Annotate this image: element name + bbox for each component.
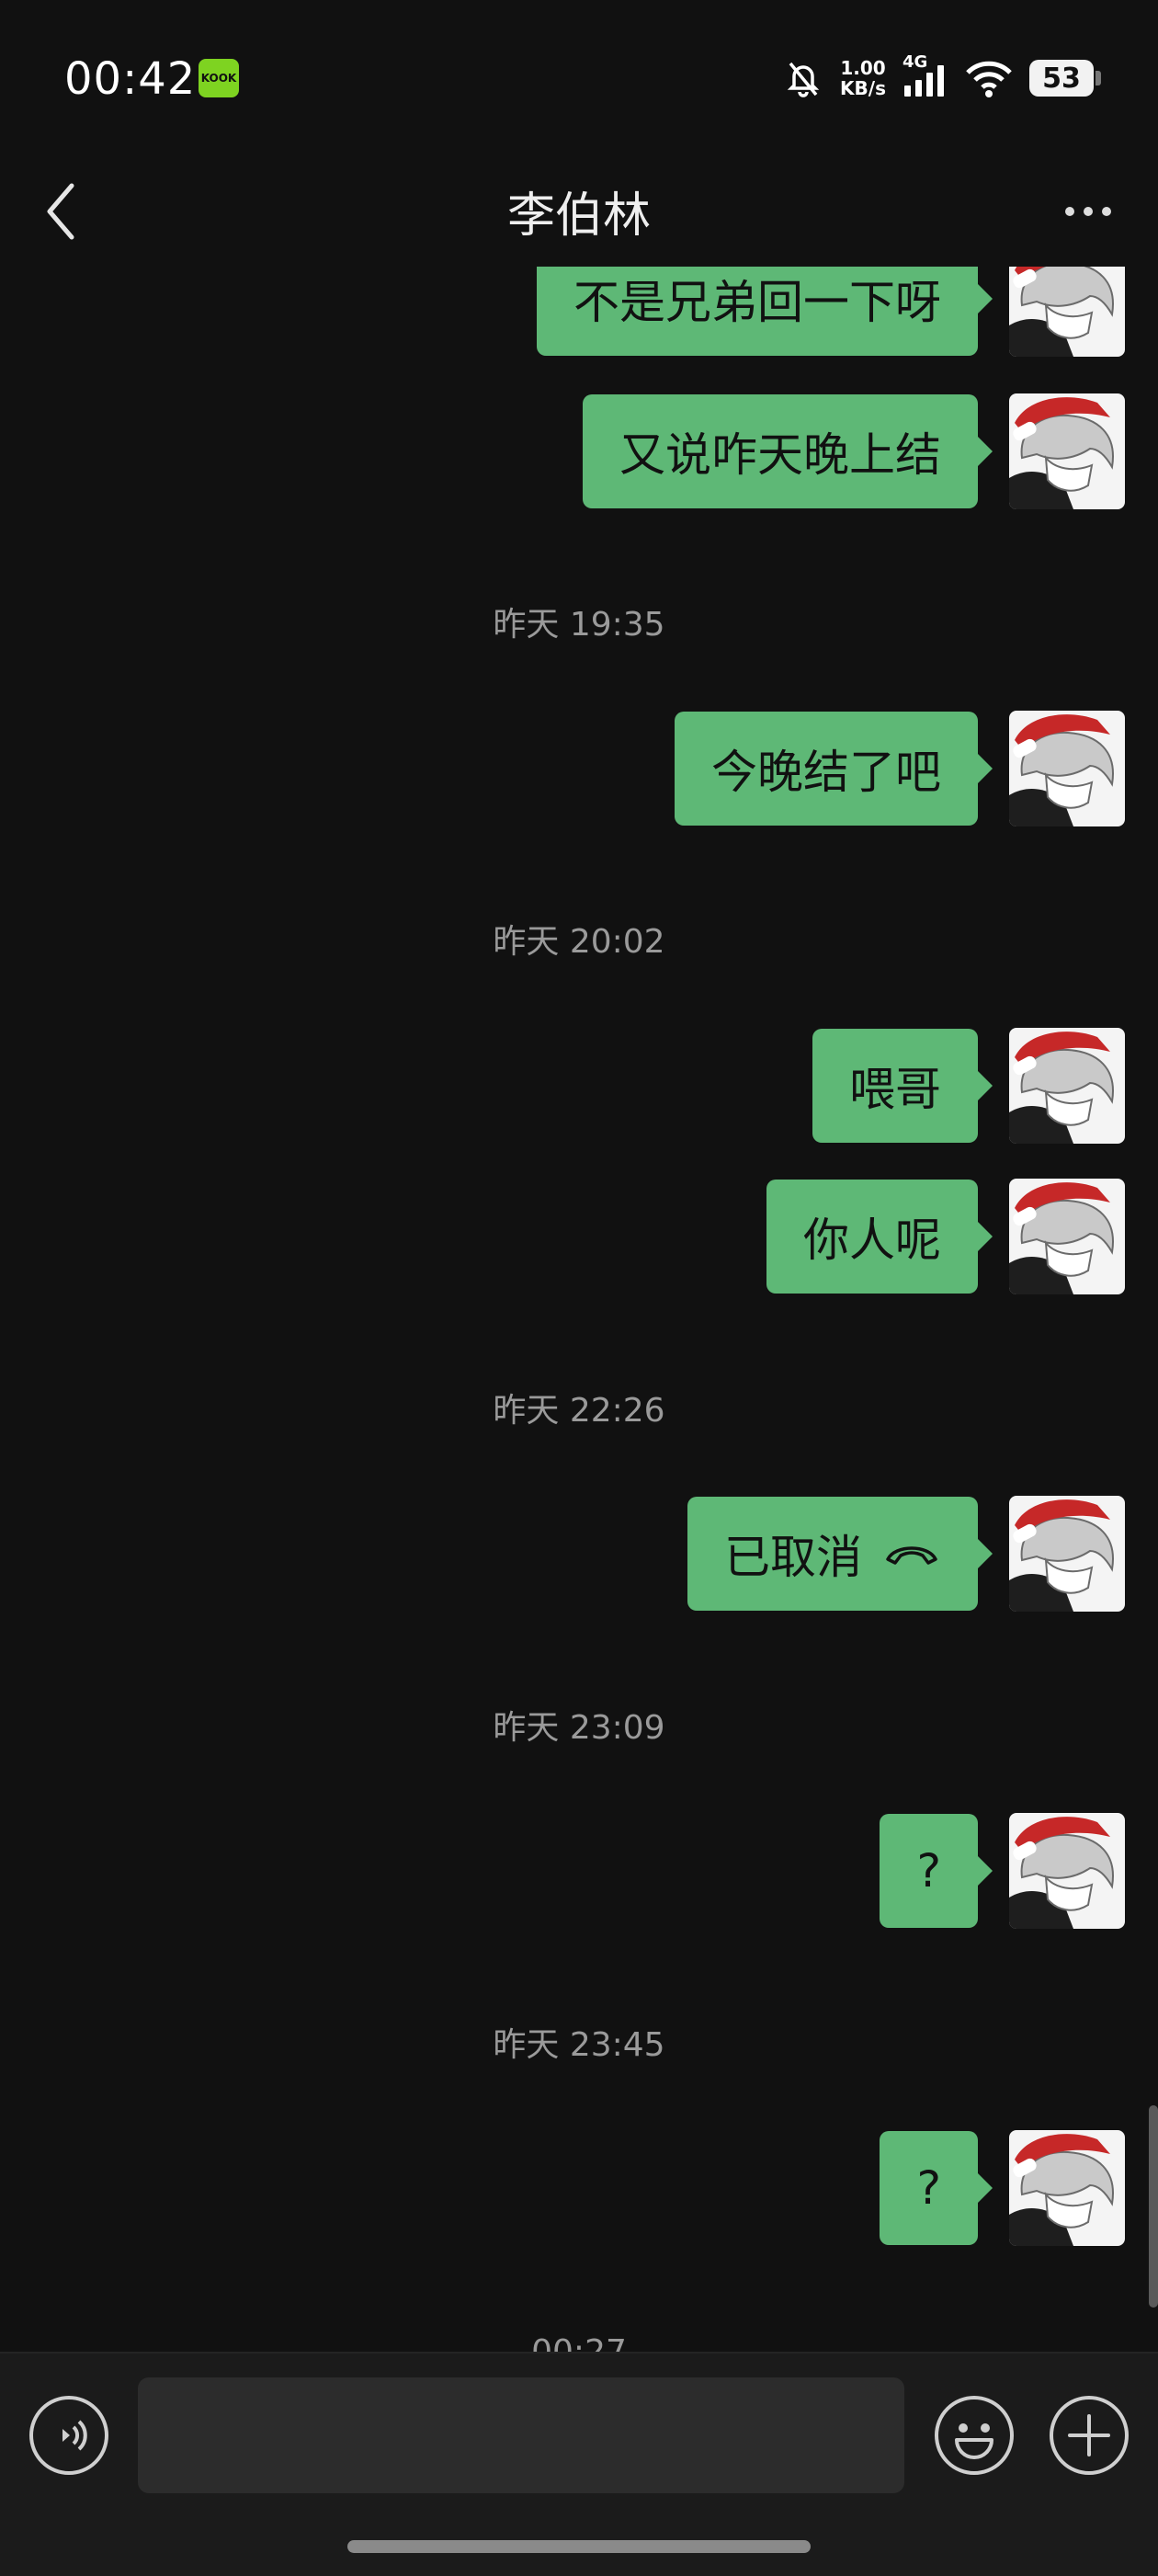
wifi-icon bbox=[966, 61, 1012, 97]
net-speed: 1.00 KB/s bbox=[840, 58, 886, 98]
timestamp: 昨天 23:09 bbox=[493, 1709, 665, 1747]
dot-icon bbox=[1102, 207, 1111, 216]
avatar[interactable] bbox=[1009, 2130, 1125, 2246]
avatar-image bbox=[1009, 1496, 1125, 1612]
signal-bars-icon bbox=[904, 65, 944, 97]
voice-icon bbox=[62, 2420, 87, 2451]
message-row: 喂哥 bbox=[812, 1028, 1125, 1144]
dot-icon bbox=[1084, 207, 1093, 216]
message-row: 又说咋天晚上结 bbox=[583, 393, 1125, 509]
message-bubble[interactable]: 你人呢 bbox=[766, 1180, 993, 1294]
message-bubble[interactable]: 喂哥 bbox=[812, 1029, 993, 1143]
battery-indicator: 53 bbox=[1029, 60, 1101, 97]
emoji-button[interactable] bbox=[935, 2396, 1014, 2475]
timestamp: 昨天 22:26 bbox=[493, 1392, 665, 1430]
avatar[interactable] bbox=[1009, 393, 1125, 509]
message-bubble[interactable]: ? bbox=[880, 1814, 993, 1928]
message-bubble[interactable]: 又说咋天晚上结 bbox=[583, 394, 993, 508]
mute-bell-icon bbox=[787, 62, 820, 97]
contact-name: 李伯林 bbox=[506, 188, 651, 244]
home-indicator[interactable] bbox=[347, 2540, 811, 2553]
status-bar: 00:42 KOOK 1.00 KB/s 4G 53 bbox=[0, 0, 1158, 156]
plus-button[interactable] bbox=[1050, 2396, 1129, 2475]
message-text: 今晚结了吧 bbox=[711, 746, 941, 799]
message-row: 你人呢 bbox=[766, 1179, 1125, 1294]
net-speed-unit: KB/s bbox=[840, 77, 886, 99]
avatar[interactable] bbox=[1009, 711, 1125, 826]
avatar[interactable] bbox=[1009, 1028, 1125, 1144]
status-icons: 1.00 KB/s 4G 53 bbox=[783, 52, 1101, 103]
avatar-image bbox=[1009, 267, 1125, 357]
avatar[interactable] bbox=[1009, 1179, 1125, 1294]
avatar-image bbox=[1009, 2130, 1125, 2246]
message-bubble[interactable]: 不是兄弟回一下呀 bbox=[537, 267, 993, 356]
message-text: ? bbox=[916, 1844, 941, 1898]
avatar-image bbox=[1009, 1813, 1125, 1929]
plus-icon bbox=[1068, 2414, 1110, 2456]
message-row: 今晚结了吧 bbox=[675, 711, 1125, 826]
message-input[interactable] bbox=[138, 2377, 904, 2493]
kook-app-icon: KOOK bbox=[199, 59, 239, 97]
avatar[interactable] bbox=[1009, 267, 1125, 357]
dot-icon bbox=[1065, 207, 1074, 216]
call-bubble[interactable]: 已取消 bbox=[687, 1497, 993, 1611]
message-bubble[interactable]: 今晚结了吧 bbox=[675, 712, 993, 826]
voice-button[interactable] bbox=[29, 2396, 108, 2475]
timestamp: 昨天 23:45 bbox=[493, 2026, 665, 2064]
message-text: 你人呢 bbox=[803, 1214, 941, 1267]
avatar-image bbox=[1009, 393, 1125, 509]
avatar[interactable] bbox=[1009, 1813, 1125, 1929]
timestamp: 00:27 bbox=[0, 2333, 1158, 2352]
phone-hangup-icon bbox=[886, 1546, 937, 1565]
emoji-icon bbox=[955, 2423, 993, 2459]
message-text: ? bbox=[916, 2161, 941, 2215]
net-speed-value: 1.00 bbox=[840, 57, 886, 79]
message-row: ? bbox=[880, 1813, 1125, 1929]
avatar[interactable] bbox=[1009, 1496, 1125, 1612]
timestamp: 昨天 20:02 bbox=[493, 923, 665, 961]
more-options-button[interactable] bbox=[1051, 184, 1125, 239]
message-list[interactable]: 不是兄弟回一下呀 又说咋天晚上结 昨天 19:35 今晚结了吧 昨天 20:02… bbox=[0, 267, 1158, 2352]
message-row: 不是兄弟回一下呀 bbox=[537, 267, 1125, 357]
message-bubble[interactable]: ? bbox=[880, 2131, 993, 2245]
message-row: 已取消 bbox=[687, 1496, 1125, 1612]
cellular-signal: 4G bbox=[903, 52, 948, 98]
scrollbar[interactable] bbox=[1149, 2105, 1158, 2308]
message-text: 不是兄弟回一下呀 bbox=[573, 276, 941, 329]
avatar-image bbox=[1009, 711, 1125, 826]
chat-header: 李伯林 bbox=[0, 156, 1158, 267]
avatar-image bbox=[1009, 1179, 1125, 1294]
avatar-image bbox=[1009, 1028, 1125, 1144]
timestamp: 昨天 19:35 bbox=[493, 606, 665, 644]
message-row: ? bbox=[880, 2130, 1125, 2246]
message-text: 喂哥 bbox=[849, 1063, 941, 1116]
message-text: 又说咋天晚上结 bbox=[619, 428, 941, 482]
status-time: 00:42 bbox=[64, 53, 197, 105]
message-text: 已取消 bbox=[724, 1531, 862, 1584]
